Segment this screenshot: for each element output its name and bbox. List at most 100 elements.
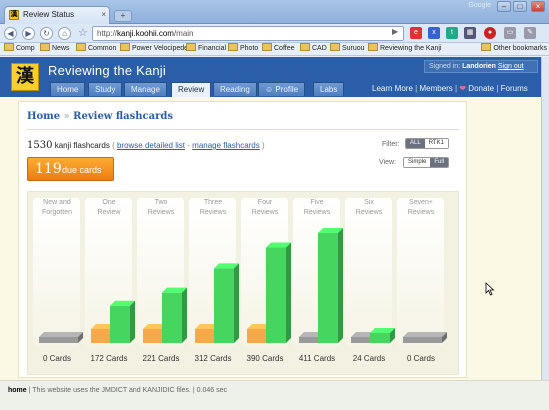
reload-icon[interactable]: ↻: [40, 27, 53, 40]
due-cards-button[interactable]: 119 due cards: [27, 157, 114, 181]
link-separator: |: [415, 84, 418, 93]
extension-5-icon[interactable]: ●: [484, 27, 496, 39]
nav-tab-reading[interactable]: Reading: [213, 82, 257, 96]
footer-text: This website uses the JMDICT and KANJIDI…: [32, 387, 191, 394]
breadcrumb-separator: »: [63, 111, 70, 122]
site-header: 漢 Reviewing the Kanji Home Study Manage …: [0, 57, 541, 97]
footer-time: 0.046 sec: [196, 387, 227, 394]
breadcrumb: Home » Review flashcards: [27, 111, 173, 122]
go-arrow-icon[interactable]: ▶: [392, 27, 398, 36]
forward-arrow-icon[interactable]: ▶: [22, 27, 35, 40]
nav-tab-review[interactable]: Review: [171, 82, 212, 97]
bar-green: [110, 300, 135, 343]
window-minimize-button[interactable]: –: [497, 1, 511, 12]
nav-tab-profile-label: Profile: [275, 85, 299, 94]
site-title[interactable]: Reviewing the Kanji: [48, 63, 166, 78]
back-arrow-icon[interactable]: ◀: [4, 27, 17, 40]
bookmarks-bar: Comp News Common Power Velocipede Financ…: [0, 43, 549, 56]
paren-open: (: [112, 141, 115, 150]
total-label: kanji flashcards: [54, 141, 110, 150]
signed-in-label: Signed in:: [429, 63, 461, 70]
view-toggle: Simple Full: [403, 157, 450, 168]
bar-green: [266, 242, 291, 343]
wrench-menu-icon[interactable]: ✎: [524, 27, 536, 39]
extension-3-icon[interactable]: t: [446, 27, 458, 39]
tab-title: Review Status: [23, 10, 75, 19]
new-tab-button[interactable]: +: [114, 10, 132, 22]
nav-tab-labs[interactable]: Labs: [313, 82, 345, 96]
bookmark-folder[interactable]: News: [40, 43, 70, 55]
sign-out-link[interactable]: Sign out: [498, 63, 524, 70]
tab-close-icon[interactable]: ×: [101, 10, 106, 19]
divider: [27, 129, 459, 130]
nav-tab-profile[interactable]: ☺ Profile: [258, 82, 306, 96]
paren-close: ): [261, 141, 265, 150]
breadcrumb-home-link[interactable]: Home: [27, 111, 60, 122]
profile-label: Google: [468, 2, 491, 9]
bar-gray: [58, 332, 83, 343]
nav-tab-home[interactable]: Home: [50, 82, 86, 96]
total-count: 1530: [27, 140, 53, 151]
signin-box: Signed in: Landorien Sign out: [424, 60, 538, 73]
bar-green: [318, 228, 343, 343]
link-separator: |: [496, 84, 499, 93]
star-icon[interactable]: ☆: [78, 27, 88, 39]
bookmark-link[interactable]: Reviewing the Kanji: [368, 43, 441, 55]
footer-separator: |: [192, 387, 195, 394]
bar-green: [370, 328, 395, 343]
bookmark-folder[interactable]: Financial: [186, 43, 226, 55]
manage-flashcards-link[interactable]: manage flashcards: [192, 141, 260, 150]
bar-green: [162, 287, 187, 343]
window-close-button[interactable]: ×: [531, 1, 545, 12]
url-input[interactable]: http://kanji.koohii.com/main: [92, 26, 404, 41]
link-separator: |: [455, 84, 458, 93]
url-path: /main: [173, 29, 194, 38]
bookmark-folder[interactable]: Comp: [4, 43, 35, 55]
home-icon[interactable]: ⌂: [58, 27, 71, 40]
bookmark-folder[interactable]: Photo: [228, 43, 258, 55]
donate-link[interactable]: Donate: [468, 84, 494, 93]
view-option-full[interactable]: Full: [430, 158, 449, 167]
bookmark-folder[interactable]: Coffee: [262, 43, 295, 55]
page-scrollbar[interactable]: [541, 57, 549, 380]
profile-icon: ☺: [265, 85, 276, 94]
mouse-cursor-icon: [485, 282, 495, 296]
view-label: View:: [379, 159, 396, 166]
due-label: due cards: [62, 165, 102, 175]
bookmark-folder[interactable]: Suruou: [330, 43, 365, 55]
filter-option-all[interactable]: ALL: [406, 139, 425, 148]
browser-titlebar: 漢 Review Status × + Google – □ ×: [0, 0, 549, 24]
due-count: 119: [35, 161, 62, 177]
forums-link[interactable]: Forums: [501, 84, 528, 93]
username[interactable]: Landorien: [462, 63, 496, 70]
extension-2-icon[interactable]: x: [428, 27, 440, 39]
nav-tab-manage[interactable]: Manage: [124, 82, 167, 96]
flashcard-count-line: 1530 kanji flashcards ( browse detailed …: [27, 140, 265, 151]
footer-home-link[interactable]: home: [8, 387, 27, 394]
members-link[interactable]: Members: [419, 84, 452, 93]
learn-more-link[interactable]: Learn More: [372, 84, 413, 93]
page-menu-icon[interactable]: ▭: [504, 27, 516, 39]
footer-separator: |: [28, 387, 31, 394]
site-logo[interactable]: 漢: [11, 63, 39, 91]
bar-gray: [422, 332, 447, 343]
browser-tab[interactable]: 漢 Review Status ×: [4, 6, 110, 24]
chart-bars-svg: [39, 228, 447, 343]
main-panel: Home » Review flashcards 1530 kanji flas…: [18, 101, 467, 378]
filter-label: Filter:: [382, 141, 400, 148]
other-bookmarks[interactable]: Other bookmarks: [481, 43, 547, 55]
extension-4-icon[interactable]: ▦: [464, 27, 476, 39]
filter-option-rtk1[interactable]: RTK1: [424, 139, 448, 148]
browse-list-link[interactable]: browse detailed list: [117, 141, 185, 150]
link-separator: -: [187, 141, 190, 150]
view-option-simple[interactable]: Simple: [404, 158, 431, 167]
window-maximize-button[interactable]: □: [513, 1, 527, 12]
site-favicon-icon: 漢: [9, 10, 19, 20]
footer: home | This website uses the JMDICT and …: [0, 380, 549, 410]
bookmark-folder[interactable]: Common: [76, 43, 116, 55]
bookmark-folder[interactable]: Power Velocipede: [120, 43, 188, 55]
extension-1-icon[interactable]: e: [410, 27, 422, 39]
review-status-chart: New and Forgotten 0 Cards One Review 172 Card…: [27, 191, 459, 375]
bookmark-folder[interactable]: CAD: [300, 43, 327, 55]
nav-tab-study[interactable]: Study: [88, 82, 123, 96]
